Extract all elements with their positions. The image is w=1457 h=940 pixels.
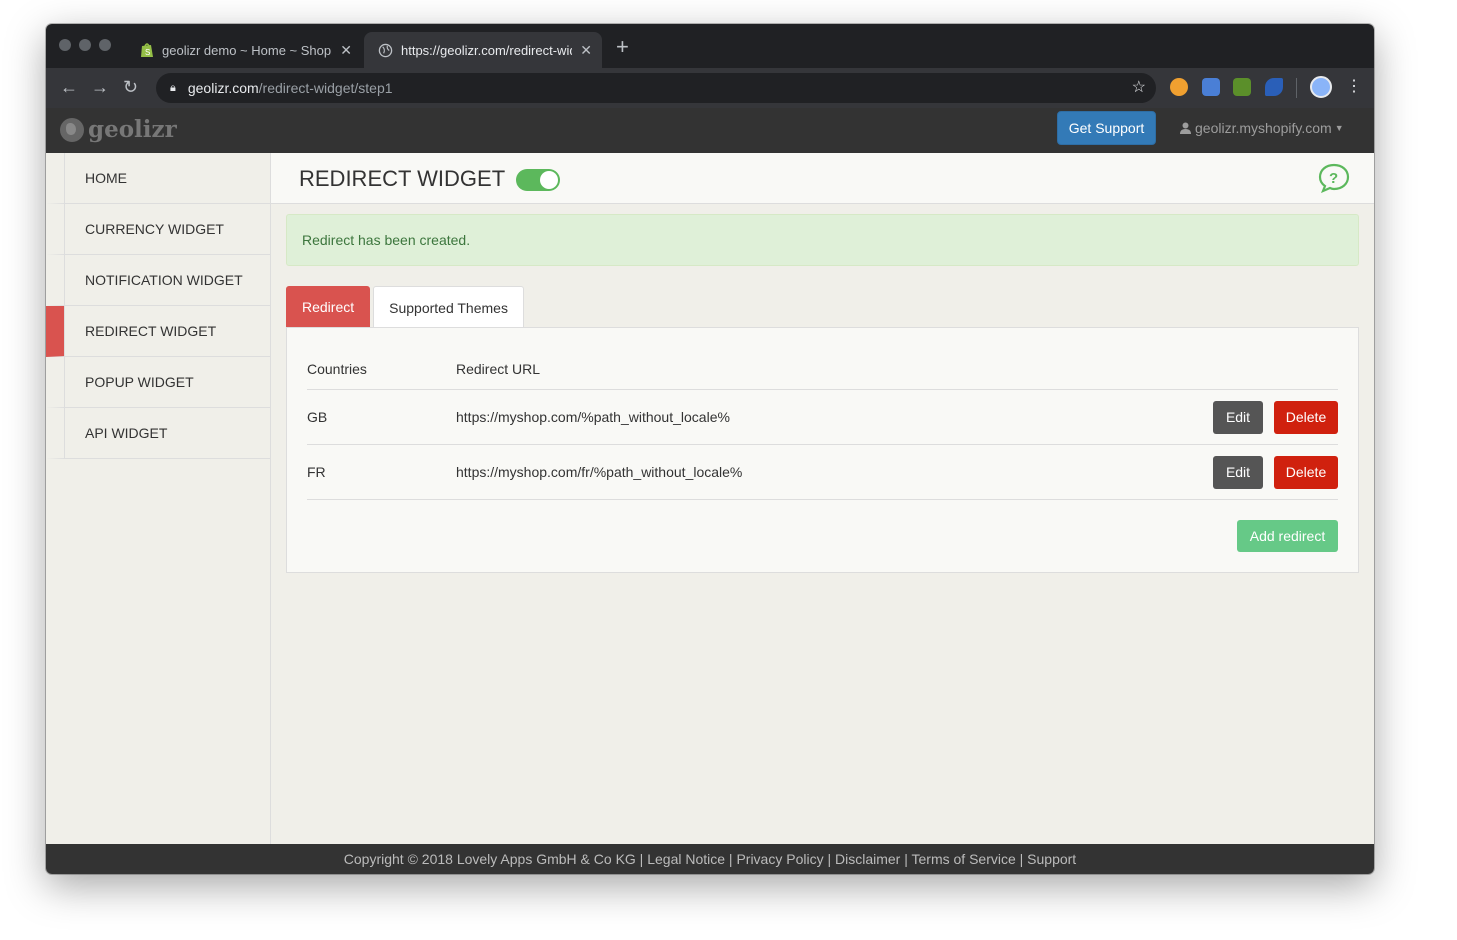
- browser-tab-shopify[interactable]: S geolizr demo ~ Home ~ Shopify ✕: [126, 32, 362, 68]
- maximize-window-button[interactable]: [99, 39, 111, 51]
- svg-text:?: ?: [1329, 170, 1338, 187]
- sidebar-item-label: API WIDGET: [85, 425, 168, 441]
- edit-button[interactable]: Edit: [1213, 455, 1263, 489]
- table-row: GB https://myshop.com/%path_without_loca…: [307, 390, 1338, 445]
- row-country: GB: [307, 409, 328, 425]
- minimize-window-button[interactable]: [79, 39, 91, 51]
- main-content: REDIRECT WIDGET ? Redirect has been crea…: [271, 153, 1374, 844]
- footer-text: Copyright © 2018 Lovely Apps GmbH & Co K…: [343, 851, 1077, 867]
- tab-title: geolizr demo ~ Home ~ Shopify: [162, 42, 333, 58]
- browser-tab-geolizr[interactable]: https://geolizr.com/redirect-widget/step…: [364, 32, 602, 68]
- svg-text:S: S: [145, 48, 150, 57]
- content-tabs: Redirect Supported Themes: [286, 286, 527, 328]
- footer: Copyright © 2018 Lovely Apps GmbH & Co K…: [46, 844, 1374, 874]
- user-icon: [1180, 122, 1191, 134]
- toggle-knob: [540, 171, 558, 189]
- caret-down-icon: ▼: [1334, 123, 1344, 133]
- url-path: /redirect-widget/step1: [258, 80, 393, 96]
- page-header: REDIRECT WIDGET ?: [271, 153, 1374, 204]
- pdf-extension-icon[interactable]: [1233, 78, 1251, 96]
- sidebar-item-label: REDIRECT WIDGET: [85, 323, 217, 339]
- sidebar-item-label: POPUP WIDGET: [85, 374, 194, 390]
- address-bar[interactable]: 🔒︎ geolizr.com /redirect-widget/step1 ☆: [156, 73, 1156, 103]
- browser-menu-icon[interactable]: ⋮: [1346, 76, 1362, 96]
- row-actions: Edit Delete: [1213, 400, 1338, 434]
- cookie-extension-icon[interactable]: [1170, 78, 1188, 96]
- header-redirect-url: Redirect URL: [456, 360, 541, 377]
- translate-extension-icon[interactable]: [1202, 78, 1220, 96]
- browser-toolbar: ← → ↻ 🔒︎ geolizr.com /redirect-widget/st…: [46, 68, 1374, 108]
- sidebar-item-label: CURRENCY WIDGET: [85, 221, 224, 237]
- sidebar-item-redirect-widget[interactable]: REDIRECT WIDGET: [46, 306, 270, 357]
- sidebar-item-api-widget[interactable]: API WIDGET: [46, 408, 270, 459]
- globe-logo-icon: [60, 117, 84, 142]
- sidebar-item-currency-widget[interactable]: CURRENCY WIDGET: [46, 204, 270, 255]
- sidebar: HOME CURRENCY WIDGET NOTIFICATION WIDGET…: [46, 153, 271, 844]
- success-alert: Redirect has been created.: [286, 214, 1359, 266]
- toolbar-divider: [1296, 78, 1297, 98]
- get-support-button[interactable]: Get Support: [1057, 111, 1156, 145]
- sidebar-item-notification-widget[interactable]: NOTIFICATION WIDGET: [46, 255, 270, 306]
- close-window-button[interactable]: [59, 39, 71, 51]
- tab-title: https://geolizr.com/redirect-widget/step…: [401, 42, 572, 58]
- shopify-icon: S: [141, 43, 153, 57]
- back-arrow-icon[interactable]: ←: [60, 77, 78, 97]
- browser-tabstrip: S geolizr demo ~ Home ~ Shopify ✕ https:…: [46, 24, 1374, 68]
- row-country: FR: [307, 464, 326, 480]
- globe-icon: [378, 43, 393, 57]
- row-redirect-url: https://myshop.com/%path_without_locale%: [456, 409, 730, 425]
- delete-button[interactable]: Delete: [1274, 400, 1338, 434]
- edit-button[interactable]: Edit: [1213, 400, 1263, 434]
- close-tab-icon[interactable]: ✕: [580, 42, 592, 59]
- logo-text: geolizr: [88, 116, 177, 143]
- table-row: FR https://myshop.com/fr/%path_without_l…: [307, 445, 1338, 500]
- delete-button[interactable]: Delete: [1274, 455, 1338, 489]
- header-countries: Countries: [307, 360, 367, 377]
- add-redirect-button[interactable]: Add redirect: [1237, 520, 1338, 552]
- sidebar-item-label: HOME: [85, 170, 127, 186]
- profile-avatar[interactable]: [1310, 76, 1332, 98]
- sidebar-item-label: NOTIFICATION WIDGET: [85, 272, 243, 288]
- table-header-row: Countries Redirect URL: [307, 348, 1338, 390]
- app-navbar: geolizr Get Support geolizr.myshopify.co…: [46, 108, 1374, 153]
- row-redirect-url: https://myshop.com/fr/%path_without_loca…: [456, 464, 743, 480]
- feather-extension-icon[interactable]: [1265, 78, 1283, 96]
- redirect-table: Countries Redirect URL GB https://myshop…: [307, 348, 1338, 500]
- help-chat-icon[interactable]: ?: [1318, 163, 1350, 193]
- page-title: REDIRECT WIDGET: [299, 166, 506, 191]
- tab-supported-themes[interactable]: Supported Themes: [373, 286, 524, 328]
- row-actions: Edit Delete: [1213, 455, 1338, 489]
- shop-dropdown[interactable]: geolizr.myshopify.com ▼: [1180, 120, 1344, 136]
- shop-name: geolizr.myshopify.com: [1195, 120, 1332, 136]
- lock-icon: 🔒︎: [170, 81, 176, 94]
- forward-arrow-icon[interactable]: →: [91, 77, 109, 97]
- new-tab-button[interactable]: +: [616, 36, 629, 58]
- bookmark-star-icon[interactable]: ☆: [1132, 77, 1146, 97]
- tab-redirect[interactable]: Redirect: [286, 286, 371, 328]
- url-domain: geolizr.com: [187, 80, 259, 96]
- sidebar-item-popup-widget[interactable]: POPUP WIDGET: [46, 357, 270, 408]
- browser-window: S geolizr demo ~ Home ~ Shopify ✕ https:…: [46, 24, 1374, 874]
- reload-icon[interactable]: ↻: [123, 77, 138, 97]
- geolizr-logo[interactable]: geolizr: [60, 116, 177, 143]
- sidebar-item-home[interactable]: HOME: [46, 153, 270, 204]
- widget-enabled-toggle[interactable]: [516, 169, 560, 191]
- close-tab-icon[interactable]: ✕: [340, 42, 352, 59]
- redirect-panel: Countries Redirect URL GB https://myshop…: [286, 327, 1359, 573]
